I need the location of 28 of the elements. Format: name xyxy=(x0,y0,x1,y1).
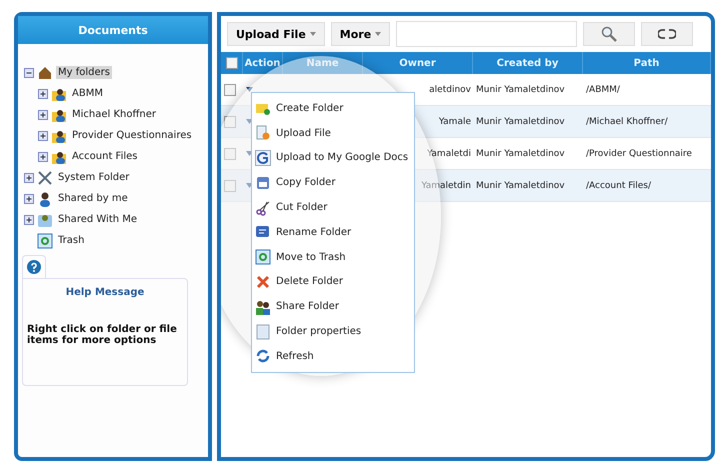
panel-title: Documents xyxy=(18,16,208,44)
menu-item[interactable]: Refresh xyxy=(276,350,314,362)
tree-item[interactable]: System Folder xyxy=(56,171,132,184)
dropdown-button[interactable]: More xyxy=(330,22,390,46)
tree-item[interactable]: Provider Questionnaires xyxy=(70,129,194,142)
tree-item[interactable]: Shared by me xyxy=(56,192,130,205)
tree-item[interactable]: Michael Khoffner xyxy=(70,108,158,121)
help-text: Right click on folder or file items for more options xyxy=(27,324,178,346)
dropdown-button[interactable]: Upload File xyxy=(227,22,325,46)
tree-item[interactable]: Shared With Me xyxy=(56,213,140,226)
menu-item[interactable]: Cut Folder xyxy=(276,202,328,214)
table-cell: Munir Yamaletdinov xyxy=(473,106,583,138)
menu-item[interactable]: Folder properties xyxy=(276,326,362,338)
tree-item[interactable]: ABMM xyxy=(70,87,105,100)
table-cell: /Account Files/ xyxy=(583,170,711,202)
table-cell: Munir Yamaletdinov xyxy=(473,170,583,202)
tree-item[interactable]: My folders xyxy=(56,66,112,79)
table-cell: /Michael Khoffner/ xyxy=(583,106,711,138)
menu-item[interactable]: Move to Trash xyxy=(276,252,346,263)
tree-item[interactable]: Trash xyxy=(56,234,86,247)
menu-item[interactable]: Copy Folder xyxy=(276,177,336,188)
menu-item[interactable]: Create Folder xyxy=(276,102,344,114)
menu-item[interactable]: Rename Folder xyxy=(276,226,352,238)
tree-item[interactable]: Account Files xyxy=(70,150,140,163)
menu-item[interactable]: Upload File xyxy=(276,128,331,139)
menu-item[interactable]: Share Folder xyxy=(276,301,339,312)
menu-item[interactable]: Delete Folder xyxy=(276,276,343,288)
help-title: Help Message xyxy=(64,287,146,298)
